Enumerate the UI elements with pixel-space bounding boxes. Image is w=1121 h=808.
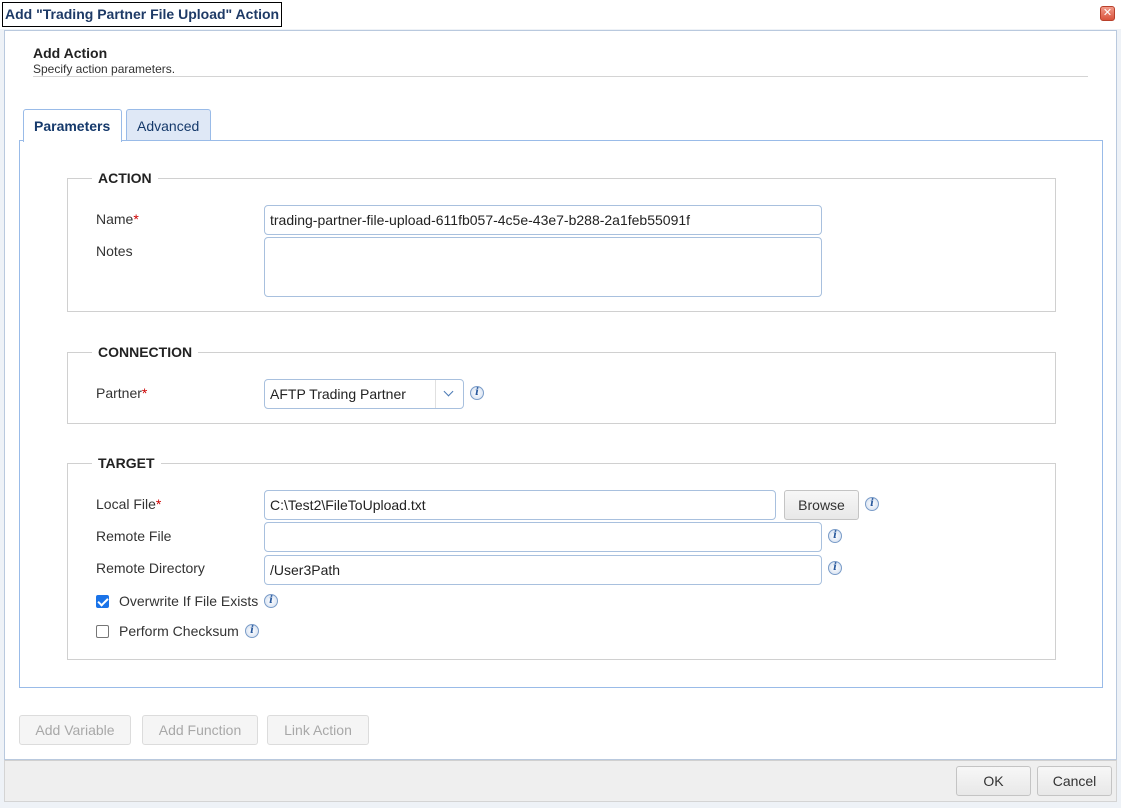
required-marker: * (133, 211, 139, 227)
cancel-button[interactable]: Cancel (1037, 766, 1112, 796)
add-variable-button[interactable]: Add Variable (19, 715, 131, 745)
required-marker: * (155, 496, 162, 512)
name-label: Name* (96, 211, 139, 227)
required-marker: * (141, 385, 148, 401)
name-label-text: Name (96, 211, 134, 227)
add-function-button[interactable]: Add Function (142, 715, 258, 745)
action-fieldset: ACTION Name* trading-partner-file-upload… (67, 170, 1056, 312)
name-input[interactable]: trading-partner-file-upload-611fb057-4c5… (264, 205, 822, 235)
connection-legend: CONNECTION (92, 344, 199, 360)
target-fieldset: TARGET Local File* C:\Test2\FileToUpload… (67, 455, 1056, 660)
partner-select[interactable]: AFTP Trading Partner (264, 379, 464, 409)
chevron-down-icon[interactable] (435, 380, 463, 408)
header-divider (33, 76, 1088, 77)
ok-button[interactable]: OK (956, 766, 1031, 796)
local-file-label-text: Local File (96, 496, 156, 512)
action-legend: ACTION (92, 170, 158, 186)
target-legend: TARGET (92, 455, 161, 471)
notes-label: Notes (96, 243, 133, 259)
overwrite-info-icon[interactable]: i (264, 594, 278, 608)
browse-button[interactable]: Browse (784, 490, 859, 520)
local-file-input[interactable]: C:\Test2\FileToUpload.txt (264, 490, 776, 520)
connection-fieldset: CONNECTION Partner* AFTP Trading Partner… (67, 344, 1056, 424)
dialog-body: Add Action Specify action parameters. Pa… (4, 30, 1117, 760)
local-file-label: Local File* (96, 496, 161, 512)
remote-file-label: Remote File (96, 528, 172, 544)
partner-label: Partner* (96, 385, 147, 401)
tab-advanced[interactable]: Advanced (126, 109, 211, 141)
remote-directory-info-icon[interactable]: i (828, 561, 842, 575)
remote-file-input[interactable] (264, 522, 822, 552)
partner-info-icon[interactable]: i (470, 386, 484, 400)
remote-file-info-icon[interactable]: i (828, 529, 842, 543)
remote-directory-label: Remote Directory (96, 560, 205, 576)
dialog-footer: OK Cancel (4, 760, 1117, 802)
partner-select-value: AFTP Trading Partner (270, 386, 406, 402)
notes-textarea[interactable] (264, 237, 822, 297)
tab-parameters[interactable]: Parameters (23, 109, 122, 142)
checksum-info-icon[interactable]: i (245, 624, 259, 638)
overwrite-label[interactable]: Overwrite If File Exists (119, 593, 258, 609)
overwrite-checkbox[interactable] (96, 595, 109, 608)
local-file-info-icon[interactable]: i (865, 497, 879, 511)
dialog-title: Add "Trading Partner File Upload" Action (2, 2, 283, 27)
header-subtitle: Specify action parameters. (33, 62, 176, 76)
remote-directory-input[interactable]: /User3Path (264, 555, 822, 585)
close-icon[interactable]: ✕ (1100, 6, 1115, 21)
partner-label-text: Partner (96, 385, 142, 401)
add-action-dialog: Add "Trading Partner File Upload" Action… (0, 0, 1121, 808)
checksum-checkbox[interactable] (96, 625, 109, 638)
link-action-button[interactable]: Link Action (267, 715, 369, 745)
checksum-label[interactable]: Perform Checksum (119, 623, 239, 639)
header-title: Add Action (33, 45, 108, 61)
dialog-titlebar: Add "Trading Partner File Upload" Action… (0, 0, 1121, 29)
parameters-tab-panel: ACTION Name* trading-partner-file-upload… (19, 140, 1103, 688)
